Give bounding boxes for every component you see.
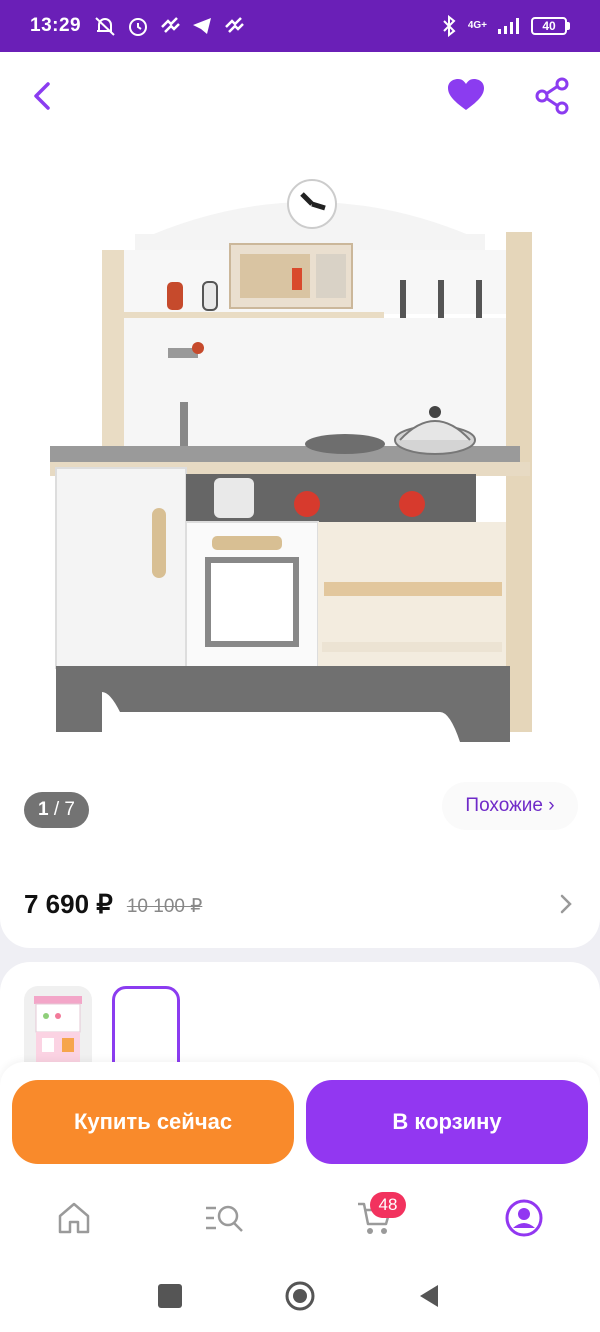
cart-badge: 48 [370, 1192, 406, 1218]
profile-icon[interactable] [502, 1196, 546, 1240]
status-time: 13:29 [30, 15, 82, 36]
signal-icon [498, 18, 519, 34]
back-triangle-icon[interactable] [416, 1282, 442, 1310]
system-nav-bar [0, 1262, 600, 1332]
add-to-cart-button[interactable]: В корзину [306, 1080, 588, 1164]
back-button[interactable] [22, 74, 66, 118]
alarm-icon [129, 18, 148, 36]
network-type: 4G+ [467, 20, 487, 31]
app-notification-icon-2 [225, 17, 244, 33]
product-image[interactable] [40, 172, 560, 742]
similar-products-button[interactable]: Похожие › [442, 782, 578, 830]
recent-apps-icon[interactable] [158, 1284, 182, 1308]
top-bar [0, 52, 600, 140]
battery-level: 40 [531, 17, 567, 35]
buy-now-button[interactable]: Купить сейчас [12, 1080, 294, 1164]
telegram-icon [193, 18, 212, 34]
status-bar: 13:29 4G+ 40 [0, 0, 600, 52]
favorite-heart-icon[interactable] [444, 74, 488, 118]
old-price: 10 100 ₽ [126, 895, 203, 917]
bottom-nav: 48 [0, 1176, 600, 1262]
current-price: 7 690 ₽ [24, 888, 113, 919]
system-icons: 4G+ 40 [440, 15, 570, 37]
app-notification-icon [161, 17, 180, 33]
catalog-search-icon[interactable] [202, 1196, 246, 1240]
notification-icons [93, 15, 245, 37]
muted-bell-icon [95, 17, 115, 36]
home-icon[interactable] [52, 1196, 96, 1240]
product-card: 1 / 7 Похожие › 7 690 ₽ 10 100 ₽ [0, 52, 600, 948]
image-counter: 1 / 7 [24, 792, 89, 828]
home-button-icon[interactable] [284, 1280, 316, 1312]
share-icon[interactable] [530, 74, 574, 118]
chevron-right-icon[interactable] [556, 892, 576, 916]
image-counter-total: / 7 [53, 799, 75, 820]
battery-icon: 40 [531, 17, 570, 35]
image-counter-current: 1 [38, 799, 49, 820]
bluetooth-icon [443, 15, 456, 37]
price-row[interactable]: 7 690 ₽ 10 100 ₽ [24, 884, 576, 924]
action-bar: Купить сейчас В корзину [0, 1062, 600, 1176]
